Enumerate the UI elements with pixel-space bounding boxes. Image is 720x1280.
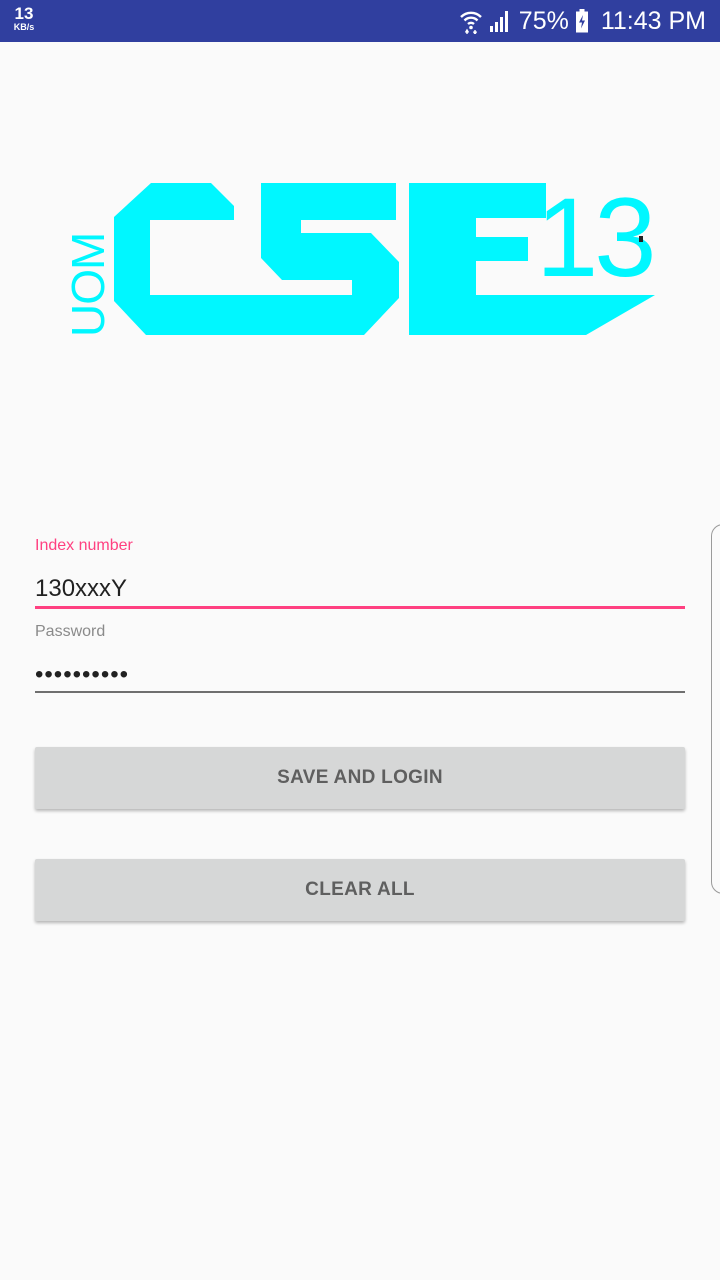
clear-all-button[interactable]: CLEAR ALL xyxy=(35,859,685,921)
index-number-underline xyxy=(35,606,685,609)
index-number-field[interactable]: Index number 130xxxY xyxy=(35,537,685,609)
password-underline xyxy=(35,691,685,693)
index-number-input[interactable]: 130xxxY xyxy=(35,575,685,605)
battery-percent: 75% xyxy=(518,6,569,35)
logo-dot xyxy=(639,236,643,242)
password-field[interactable]: Password •••••••••• xyxy=(35,623,685,693)
battery-charging-icon xyxy=(575,9,589,33)
network-speed-indicator: 13 KB/s xyxy=(10,5,38,32)
password-label: Password xyxy=(35,623,106,640)
save-and-login-button[interactable]: SAVE AND LOGIN xyxy=(35,747,685,809)
status-bar: 13 KB/s 75% 11:43 PM xyxy=(0,0,720,42)
status-icons: 75% 11:43 PM xyxy=(459,0,706,42)
network-speed-value: 13 xyxy=(14,4,34,23)
password-input[interactable]: •••••••••• xyxy=(35,661,685,691)
logo-superscript: 13 xyxy=(536,180,653,300)
logo-side-text: UOM xyxy=(66,233,114,337)
signal-icon xyxy=(489,10,511,32)
clock: 11:43 PM xyxy=(600,6,706,35)
edge-panel-handle[interactable] xyxy=(711,524,720,894)
uom-cse13-logo: UOM 13 xyxy=(62,175,660,340)
index-number-label: Index number xyxy=(35,537,133,554)
wifi-icon xyxy=(459,8,483,34)
network-speed-unit: KB/s xyxy=(13,22,35,32)
